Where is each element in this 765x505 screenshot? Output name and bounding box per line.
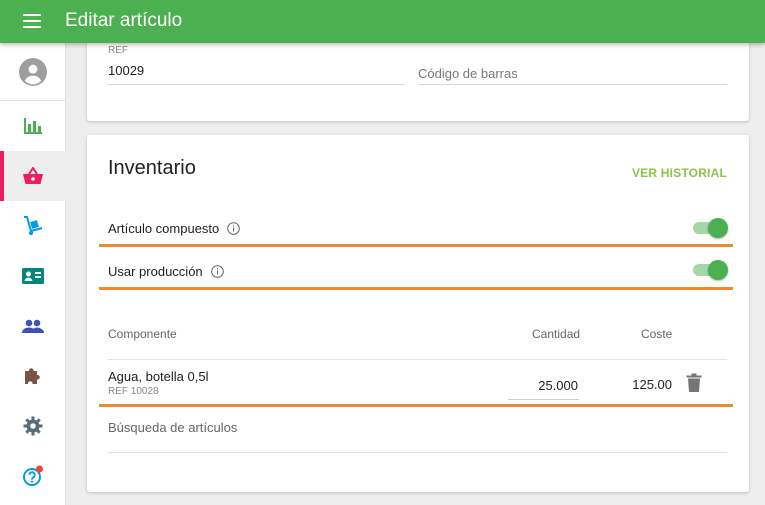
gear-icon xyxy=(23,416,43,436)
inventory-title: Inventario xyxy=(108,157,196,179)
app-bar: Editar artículo xyxy=(0,0,765,43)
production-label: Usar producción xyxy=(108,264,203,279)
trash-icon[interactable] xyxy=(685,373,703,393)
sidebar xyxy=(0,43,66,505)
sidebar-item-items[interactable] xyxy=(0,151,66,201)
puzzle-icon xyxy=(25,368,40,384)
sidebar-item-settings[interactable] xyxy=(0,401,66,451)
info-icon[interactable] xyxy=(210,265,224,278)
info-icon[interactable] xyxy=(227,222,241,235)
bar-chart-icon xyxy=(24,118,42,134)
component-ref: REF 10028 xyxy=(108,386,159,397)
ref-label: REF xyxy=(108,45,128,56)
component-cost: 125.00 xyxy=(632,377,672,392)
sidebar-item-employees[interactable] xyxy=(0,301,66,351)
sidebar-item-account[interactable] xyxy=(0,43,66,101)
item-search-input[interactable]: Búsqueda de artículos xyxy=(108,420,727,452)
help-icon xyxy=(23,465,43,486)
ref-input[interactable]: 10029 xyxy=(108,63,144,78)
inventory-card: Inventario VER HISTORIAL Artículo compue… xyxy=(87,135,749,492)
component-name: Agua, botella 0,5l xyxy=(108,369,209,384)
barcode-underline xyxy=(418,84,727,85)
sidebar-item-customers[interactable] xyxy=(0,251,66,301)
composite-row: Artículo compuesto xyxy=(108,221,241,236)
composite-highlight-line xyxy=(99,244,733,247)
contact-card-icon xyxy=(22,268,44,284)
column-header-component: Componente xyxy=(108,327,177,341)
details-card: REF 10029 Código de barras xyxy=(87,35,749,121)
hand-truck-icon xyxy=(24,216,43,236)
people-icon xyxy=(22,319,44,333)
column-header-cost: Coste xyxy=(641,327,673,341)
sidebar-item-help[interactable] xyxy=(0,451,66,501)
account-icon xyxy=(19,57,47,86)
sidebar-item-purchases[interactable] xyxy=(0,201,66,251)
production-toggle[interactable] xyxy=(693,260,728,280)
production-highlight-line xyxy=(99,287,733,290)
page-title: Editar artículo xyxy=(65,10,183,31)
component-highlight-line xyxy=(99,404,733,407)
sidebar-item-reports[interactable] xyxy=(0,101,66,151)
view-history-button[interactable]: VER HISTORIAL xyxy=(632,166,727,180)
production-row: Usar producción xyxy=(108,264,224,279)
sidebar-item-integrations[interactable] xyxy=(0,351,66,401)
composite-toggle[interactable] xyxy=(693,218,728,238)
table-header-divider xyxy=(108,359,727,360)
menu-icon[interactable] xyxy=(23,14,41,28)
barcode-input[interactable]: Código de barras xyxy=(418,66,518,81)
basket-icon xyxy=(23,167,43,184)
composite-label: Artículo compuesto xyxy=(108,221,220,236)
quantity-input[interactable]: 25.000 xyxy=(508,374,579,400)
ref-underline xyxy=(108,84,404,85)
search-underline xyxy=(108,452,727,453)
column-header-quantity: Cantidad xyxy=(532,327,581,341)
